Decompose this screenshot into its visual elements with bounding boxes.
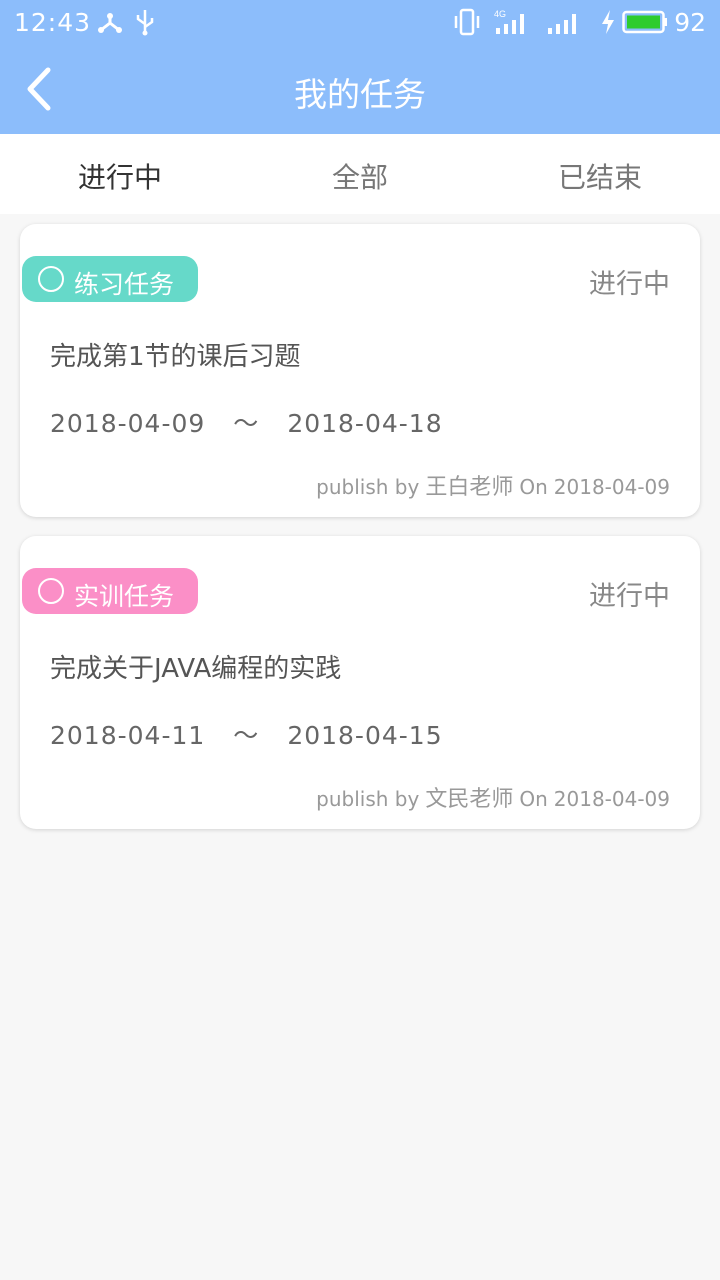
task-start-date: 2018-04-11 (50, 721, 206, 750)
publish-on: On (519, 475, 548, 499)
vibrate-icon (454, 8, 480, 36)
task-status: 进行中 (589, 269, 670, 300)
date-separator: ～ (233, 409, 260, 438)
signal-4g-icon: 4G (494, 9, 524, 34)
task-end-date: 2018-04-18 (287, 409, 443, 438)
task-end-date: 2018-04-15 (287, 721, 443, 750)
publish-info: publish by 王白老师 On 2018-04-09 (310, 469, 670, 501)
tab-in-progress[interactable]: 进行中 (0, 156, 240, 196)
task-type-badge: 实训任务 (22, 568, 198, 614)
task-card[interactable]: 实训任务 进行中 完成关于JAVA编程的实践 2018-04-11 ～ 2018-0… (20, 536, 700, 829)
publish-info: publish by 文民老师 On 2018-04-09 (310, 781, 670, 813)
page-title: 我的任务 (294, 75, 426, 114)
task-type-label: 练习任务 (74, 270, 175, 299)
tab-all[interactable]: 全部 (240, 156, 480, 196)
task-type-badge: 练习任务 (22, 256, 198, 302)
charging-icon (602, 10, 614, 34)
publish-date: 2018-04-09 (553, 787, 670, 811)
task-type-label: 实训任务 (74, 582, 175, 611)
circle-icon (38, 266, 64, 292)
publish-prefix: publish by (316, 787, 420, 811)
publish-author: 文民老师 (425, 787, 514, 812)
tab-bar: 进行中 全部 已结束 (0, 134, 720, 214)
publish-on: On (519, 787, 548, 811)
publish-prefix: publish by (316, 475, 420, 499)
app-bar: 我的任务 (0, 46, 720, 134)
circle-icon (38, 578, 64, 604)
task-card[interactable]: 练习任务 进行中 完成第1节的课后习题 2018-04-09 ～ 2018-04-1… (20, 224, 700, 517)
task-status: 进行中 (589, 581, 670, 612)
network-label: 4G (494, 9, 506, 19)
usb-icon (136, 10, 154, 36)
battery-percentage: 92 (674, 8, 706, 37)
battery-icon (622, 10, 667, 34)
status-time: 12:43 (14, 8, 92, 37)
task-start-date: 2018-04-09 (50, 409, 206, 438)
tab-finished[interactable]: 已结束 (480, 156, 720, 196)
task-date-range: 2018-04-09 ～ 2018-04-18 (50, 404, 443, 440)
share-icon (98, 13, 122, 33)
task-title: 完成第1节的课后习题 (50, 342, 301, 372)
task-title: 完成关于JAVA编程的实践 (50, 654, 342, 684)
publish-author: 王白老师 (425, 475, 514, 500)
publish-date: 2018-04-09 (553, 475, 670, 499)
status-bar: 12:43 4G 92 (0, 0, 720, 46)
date-separator: ～ (233, 721, 260, 750)
task-date-range: 2018-04-11 ～ 2018-04-15 (50, 716, 443, 752)
signal-icon (548, 14, 576, 34)
